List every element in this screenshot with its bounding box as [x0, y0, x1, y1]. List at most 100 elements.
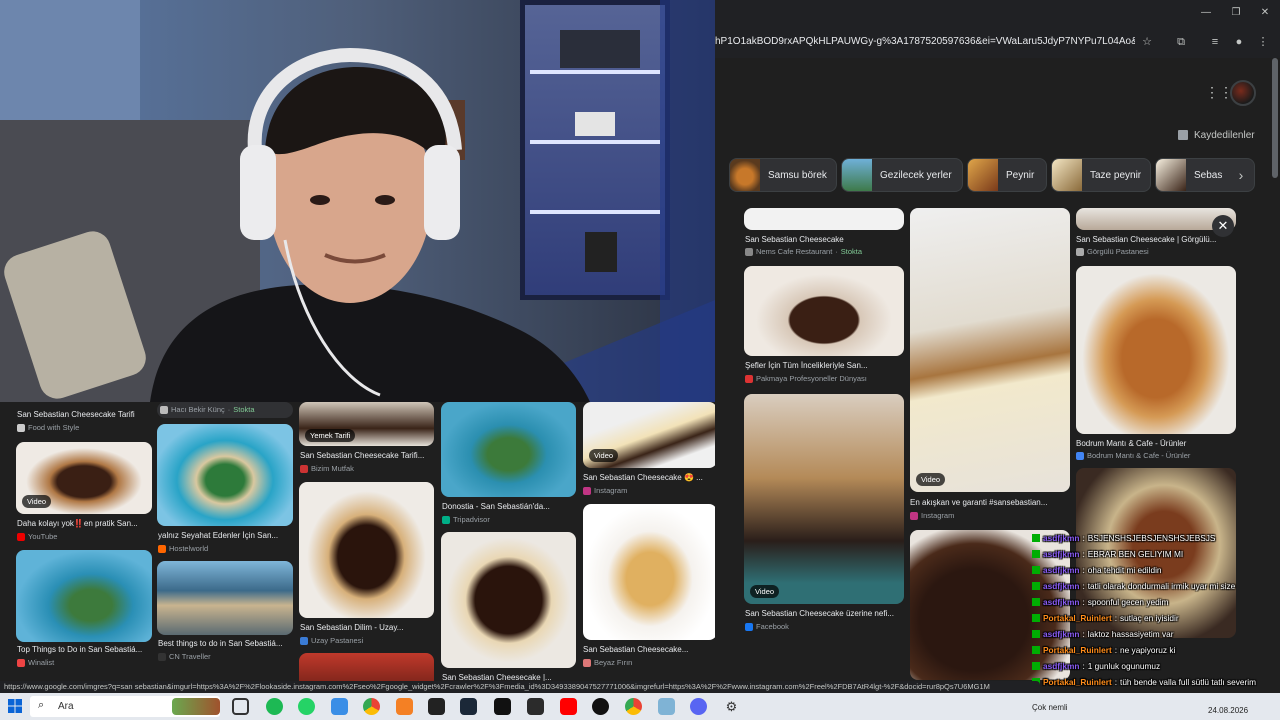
result-source: Tripadvisor: [442, 515, 576, 524]
app-circle-icon[interactable]: [592, 698, 609, 715]
files-icon[interactable]: [331, 698, 348, 715]
result-source: Instagram: [910, 511, 1070, 520]
result-caption[interactable]: Bodrum Mantı & Cafe - Ürünler: [1076, 439, 1236, 448]
chat-text: spoonful gecen yedim: [1087, 597, 1169, 607]
result-caption[interactable]: Daha kolayı yok‼️en pratik San...: [17, 519, 152, 528]
saved-link[interactable]: Kaydedilenler: [1194, 130, 1255, 141]
image-tile[interactable]: [744, 266, 904, 356]
tab-search-icon[interactable]: ≡: [1207, 34, 1223, 50]
chat-text: tatli olarak dondurmali irmik uyar mi si…: [1087, 581, 1236, 591]
image-tile[interactable]: [157, 561, 293, 635]
settings-gear-icon[interactable]: ⚙: [723, 698, 740, 715]
separator: :: [1082, 549, 1085, 559]
result-caption[interactable]: San Sebastian Cheesecake üzerine nefi...: [745, 609, 905, 618]
badge-icon: [1032, 646, 1040, 654]
whatsapp-icon[interactable]: [298, 698, 315, 715]
result-caption[interactable]: yalnız Seyahat Edenler İçin San...: [158, 531, 293, 540]
result-source: Food with Style: [17, 423, 152, 432]
image-tile[interactable]: [157, 424, 293, 526]
chat-username: asdfjkmn: [1043, 597, 1080, 607]
stock-label: Stokta: [233, 405, 255, 414]
chat-message: asdfjkmn:1 gunluk ogunumuz: [1032, 658, 1280, 674]
source-favicon: [583, 658, 591, 667]
result-caption[interactable]: Donostia - San Sebastián'da...: [442, 502, 576, 511]
result-caption[interactable]: San Sebastian Cheesecake | Görgülü...: [1076, 235, 1236, 244]
image-tile[interactable]: [583, 504, 715, 640]
source-name: Tripadvisor: [453, 515, 490, 524]
image-tile[interactable]: Video: [744, 394, 904, 604]
image-tile[interactable]: Video: [16, 442, 152, 514]
bookmark-star-icon[interactable]: ☆: [1139, 34, 1155, 50]
obs-icon[interactable]: [428, 698, 445, 715]
result-caption[interactable]: San Sebastian Cheesecake: [745, 235, 905, 244]
close-icon[interactable]: ✕: [1212, 215, 1234, 237]
apps-grid-icon[interactable]: ⋮⋮: [1205, 84, 1233, 100]
minimize-icon[interactable]: —: [1199, 6, 1213, 20]
source-favicon: [300, 636, 308, 645]
spotify-icon[interactable]: [266, 698, 283, 715]
image-tile[interactable]: [441, 532, 576, 668]
chip-0[interactable]: Samsu börek: [729, 158, 837, 192]
windows-start-icon[interactable]: [8, 699, 22, 713]
source-name: Hostelworld: [169, 544, 209, 553]
image-tile[interactable]: [744, 208, 904, 230]
steam-icon[interactable]: [460, 698, 477, 715]
chrome-active-icon[interactable]: [625, 698, 642, 715]
separator: :: [1082, 629, 1085, 639]
image-tile[interactable]: Yemek Tarifi: [299, 402, 434, 446]
image-tile[interactable]: [299, 482, 434, 618]
result-caption[interactable]: San Sebastian Dilim - Uzay...: [300, 623, 434, 632]
epic-icon[interactable]: [494, 698, 511, 715]
menu-icon[interactable]: ⋮: [1255, 34, 1271, 50]
chat-username: Portakal_Ruinlert: [1043, 613, 1112, 623]
source-name: Food with Style: [28, 423, 80, 432]
chat-username: asdfjkmn: [1043, 629, 1080, 639]
result-caption[interactable]: En akışkan ve garanti #sansebastian...: [910, 498, 1070, 507]
task-view-icon[interactable]: [232, 698, 249, 715]
result-source: Bodrum Mantı & Cafe - Ürünler: [1076, 451, 1236, 460]
youtube-app-icon[interactable]: [560, 698, 577, 715]
result-caption[interactable]: San Sebastian Cheesecake Tarifi: [17, 410, 152, 419]
cloud-icon[interactable]: [396, 698, 413, 715]
instagram-icon: [583, 486, 591, 495]
bookmark-icon: [1178, 130, 1188, 140]
result-caption[interactable]: Top Things to Do in San Sebastiá...: [17, 645, 152, 654]
app-icon[interactable]: [527, 698, 544, 715]
chip-2[interactable]: Peynir: [967, 158, 1047, 192]
chip-1[interactable]: Gezilecek yerler: [841, 158, 963, 192]
chevron-right-icon[interactable]: ›: [1231, 164, 1251, 186]
separator: ·: [835, 247, 838, 256]
result-caption[interactable]: San Sebastian Cheesecake Tarifi...: [300, 451, 434, 460]
tripadvisor-icon: [442, 515, 450, 524]
separator: :: [1114, 677, 1118, 687]
result-caption[interactable]: Şefler İçin Tüm İncelikleriyle San...: [745, 361, 905, 370]
url-text[interactable]: hP1O1akBOD9rxAPQkHLPAUWGy-g%3A1787520597…: [715, 36, 1135, 47]
chip-label: Gezilecek yerler: [880, 169, 952, 181]
app-icon[interactable]: [658, 698, 675, 715]
restore-icon[interactable]: ❐: [1229, 6, 1243, 20]
video-badge: Video: [589, 449, 619, 462]
image-tile[interactable]: [1076, 266, 1236, 434]
discord-icon[interactable]: [690, 698, 707, 715]
profile-icon[interactable]: ●: [1231, 34, 1247, 50]
source-favicon: [300, 464, 308, 473]
account-avatar[interactable]: [1230, 80, 1256, 106]
chip-3[interactable]: Taze peynir: [1051, 158, 1151, 192]
image-tile[interactable]: [16, 550, 152, 642]
image-tile[interactable]: Video: [583, 402, 715, 468]
image-tile[interactable]: Video: [910, 208, 1070, 492]
result-caption[interactable]: San Sebastian Cheesecake...: [583, 645, 715, 654]
extensions-icon[interactable]: ⧉: [1173, 34, 1189, 50]
address-bar[interactable]: hP1O1akBOD9rxAPQkHLPAUWGy-g%3A1787520597…: [715, 28, 1280, 58]
result-source: Görgülü Pastanesi: [1076, 247, 1236, 256]
chip-label: Peynir: [1006, 169, 1035, 181]
chrome-icon[interactable]: [363, 698, 380, 715]
result-caption[interactable]: San Sebastian Cheesecake 😍 ...: [583, 473, 715, 482]
result-caption[interactable]: Best things to do in San Sebastiá...: [158, 639, 293, 648]
source-favicon: [17, 423, 25, 432]
chip-thumb: [968, 159, 998, 191]
status-bar-url: https://www.google.com/imgres?q=san seba…: [0, 681, 1040, 693]
close-window-icon[interactable]: ✕: [1258, 6, 1272, 20]
image-tile[interactable]: [441, 402, 576, 497]
scrollbar-thumb[interactable]: [1272, 58, 1278, 178]
